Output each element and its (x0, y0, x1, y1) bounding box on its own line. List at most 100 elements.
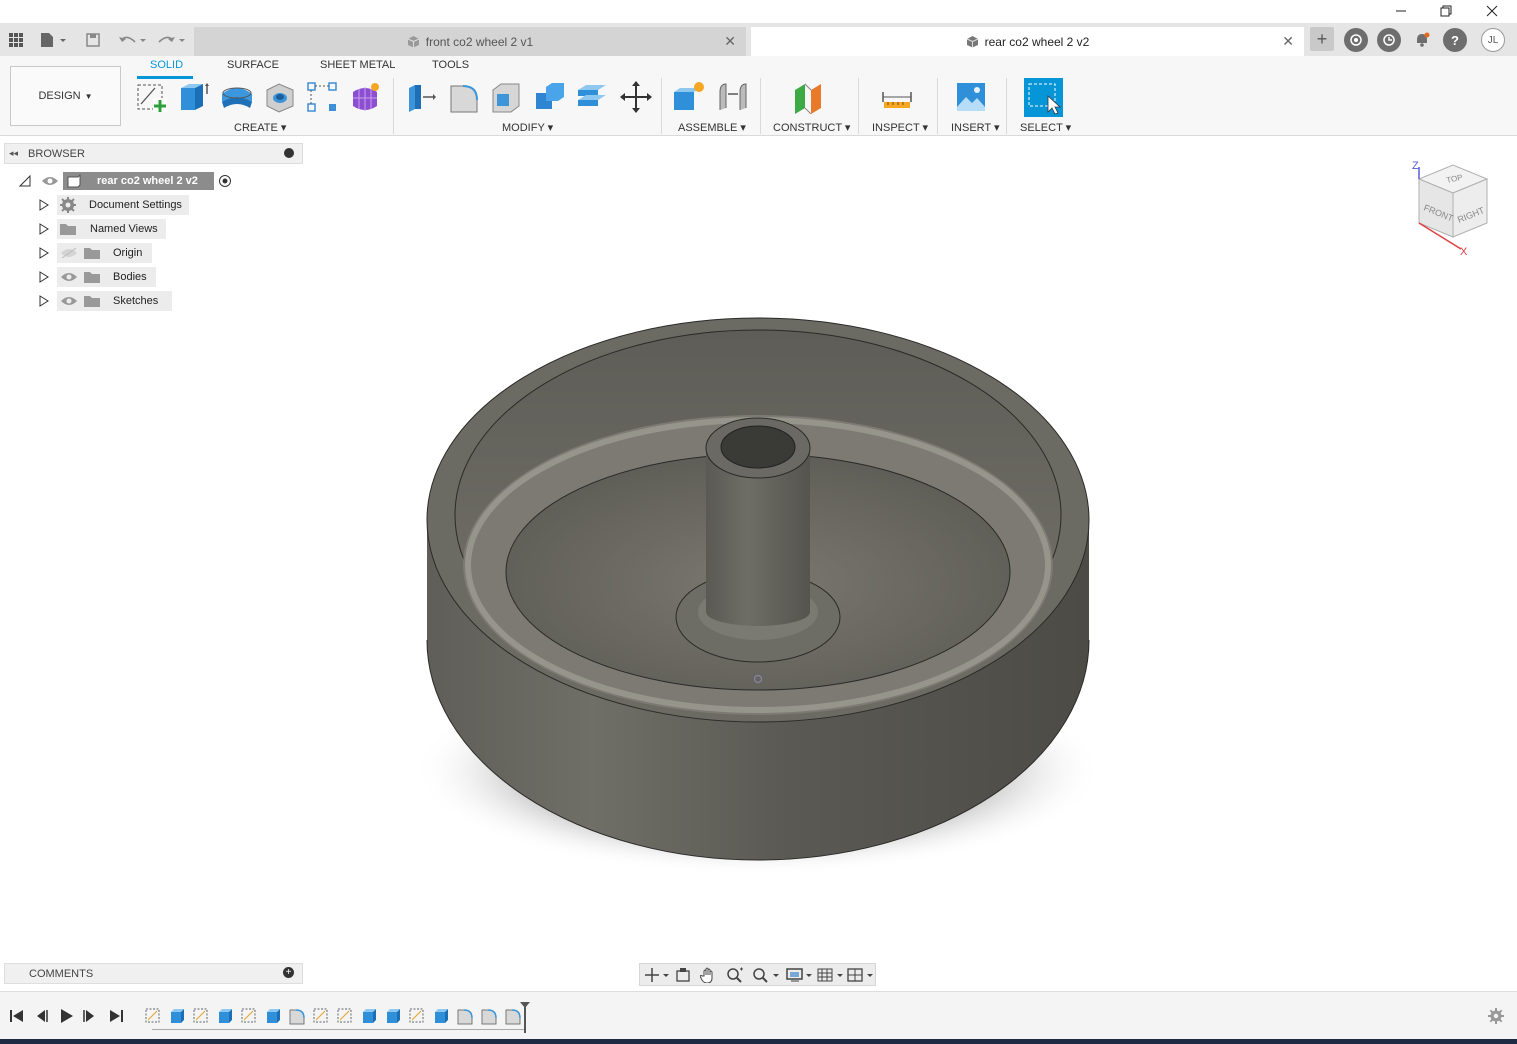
avatar[interactable]: JL (1481, 28, 1505, 52)
visibility-eye-icon[interactable] (60, 295, 78, 307)
hole-icon[interactable] (263, 80, 297, 114)
zoom-icon[interactable] (726, 967, 744, 983)
collapse-tree-icon[interactable] (18, 174, 32, 188)
timeline-fillet-icon[interactable] (288, 1007, 306, 1025)
combine-icon[interactable] (533, 80, 567, 114)
expand-icon[interactable] (39, 271, 49, 283)
timeline-sketch-icon[interactable] (144, 1007, 162, 1025)
timeline-sketch-icon[interactable] (192, 1007, 210, 1025)
timeline-marker[interactable] (519, 1001, 531, 1033)
redo-icon[interactable] (156, 29, 188, 51)
browser-item-sketches[interactable]: Sketches (57, 290, 172, 312)
expand-icon[interactable] (39, 247, 49, 259)
create-sketch-icon[interactable] (135, 80, 169, 114)
step-back-icon[interactable] (32, 1007, 50, 1025)
create-form-icon[interactable] (348, 80, 382, 114)
activate-radio-icon[interactable] (218, 174, 232, 188)
tab-front-co2-wheel[interactable]: front co2 wheel 2 v1 ✕ (194, 27, 746, 56)
grid-snap-icon[interactable] (817, 967, 845, 983)
timeline-fillet-icon[interactable] (456, 1007, 474, 1025)
timeline-extrude-icon[interactable] (384, 1007, 402, 1025)
timeline-sketch-icon[interactable] (408, 1007, 426, 1025)
close-tab-icon[interactable]: ✕ (724, 33, 736, 50)
tab-surface[interactable]: SURFACE (227, 59, 279, 71)
browser-item-named-views[interactable]: Named Views (57, 218, 166, 240)
insert-menu[interactable]: INSERT ▾ (951, 121, 1000, 134)
timeline-settings-gear-icon[interactable] (1487, 1007, 1505, 1025)
step-forward-icon[interactable] (81, 1007, 99, 1025)
model-viewport[interactable] (305, 137, 1517, 990)
expand-icon[interactable] (39, 199, 49, 211)
fillet-icon[interactable] (447, 80, 481, 114)
close-tab-icon[interactable]: ✕ (1282, 33, 1294, 50)
move-icon[interactable] (619, 80, 653, 114)
play-icon[interactable] (57, 1007, 75, 1025)
help-icon[interactable]: ? (1443, 28, 1467, 52)
minimize-icon[interactable] (1378, 0, 1424, 22)
measure-icon[interactable] (880, 80, 914, 114)
insert-image-icon[interactable] (954, 80, 988, 114)
tab-rear-co2-wheel[interactable]: rear co2 wheel 2 v2 ✕ (751, 27, 1304, 56)
app-grid-icon[interactable] (5, 29, 27, 51)
browser-item-bodies[interactable]: Bodies (57, 266, 156, 288)
tab-tools[interactable]: TOOLS (432, 59, 469, 71)
press-pull-icon[interactable] (404, 80, 438, 114)
assemble-menu[interactable]: ASSEMBLE ▾ (678, 121, 746, 134)
collapse-panel-icon[interactable]: ◂◂ (9, 148, 18, 159)
pin-panel-icon[interactable] (284, 148, 294, 158)
display-settings-icon[interactable] (786, 967, 814, 983)
browser-root-component[interactable]: rear co2 wheel 2 v2 (63, 172, 214, 190)
notifications-icon[interactable] (1410, 28, 1434, 52)
timeline-extrude-icon[interactable] (264, 1007, 282, 1025)
go-to-start-icon[interactable] (8, 1007, 26, 1025)
shell-icon[interactable] (489, 80, 523, 114)
revolve-icon[interactable] (220, 80, 254, 114)
hidden-eye-icon[interactable] (60, 247, 78, 259)
tab-sheet-metal[interactable]: SHEET METAL (320, 59, 395, 71)
pan-hand-icon[interactable] (700, 967, 716, 983)
browser-item-document-settings[interactable]: Document Settings (57, 194, 189, 216)
visibility-eye-icon[interactable] (41, 175, 59, 187)
joint-icon[interactable] (716, 80, 750, 114)
modify-menu[interactable]: MODIFY ▾ (502, 121, 553, 134)
new-component-icon[interactable] (672, 80, 706, 114)
timeline-fillet-icon[interactable] (480, 1007, 498, 1025)
pattern-icon[interactable] (305, 80, 339, 114)
browser-item-origin[interactable]: Origin (57, 242, 152, 264)
new-tab-icon[interactable]: + (1310, 27, 1334, 51)
look-at-icon[interactable] (675, 967, 691, 983)
restore-icon[interactable] (1423, 0, 1469, 22)
timeline-sketch-icon[interactable] (336, 1007, 354, 1025)
expand-icon[interactable] (39, 295, 49, 307)
job-status-icon[interactable] (1377, 28, 1401, 52)
timeline-sketch-icon[interactable] (312, 1007, 330, 1025)
visibility-eye-icon[interactable] (60, 271, 78, 283)
add-comment-icon[interactable]: + (283, 967, 294, 978)
select-menu[interactable]: SELECT ▾ (1020, 121, 1071, 134)
fit-window-icon[interactable] (752, 967, 780, 983)
extrude-icon[interactable] (177, 80, 211, 114)
tab-solid[interactable]: SOLID (150, 59, 183, 71)
inspect-menu[interactable]: INSPECT ▾ (872, 121, 928, 134)
go-to-end-icon[interactable] (107, 1007, 125, 1025)
timeline-extrude-icon[interactable] (168, 1007, 186, 1025)
save-icon[interactable] (82, 29, 104, 51)
close-icon[interactable] (1469, 0, 1515, 22)
extensions-icon[interactable] (1344, 28, 1368, 52)
orbit-icon[interactable] (644, 967, 670, 983)
timeline-extrude-icon[interactable] (360, 1007, 378, 1025)
undo-icon[interactable] (116, 29, 148, 51)
timeline-extrude-icon[interactable] (216, 1007, 234, 1025)
select-button[interactable] (1024, 78, 1063, 117)
offset-face-icon[interactable] (575, 80, 609, 114)
timeline-sketch-icon[interactable] (240, 1007, 258, 1025)
taskbar-strip (0, 1039, 1517, 1044)
create-menu[interactable]: CREATE ▾ (234, 121, 286, 134)
file-menu-icon[interactable] (38, 29, 68, 51)
timeline-extrude-icon[interactable] (432, 1007, 450, 1025)
offset-plane-icon[interactable] (791, 80, 825, 114)
expand-icon[interactable] (39, 223, 49, 235)
viewports-icon[interactable] (847, 967, 875, 983)
workspace-switcher[interactable]: DESIGN ▼ (10, 66, 121, 126)
construct-menu[interactable]: CONSTRUCT ▾ (773, 121, 850, 134)
